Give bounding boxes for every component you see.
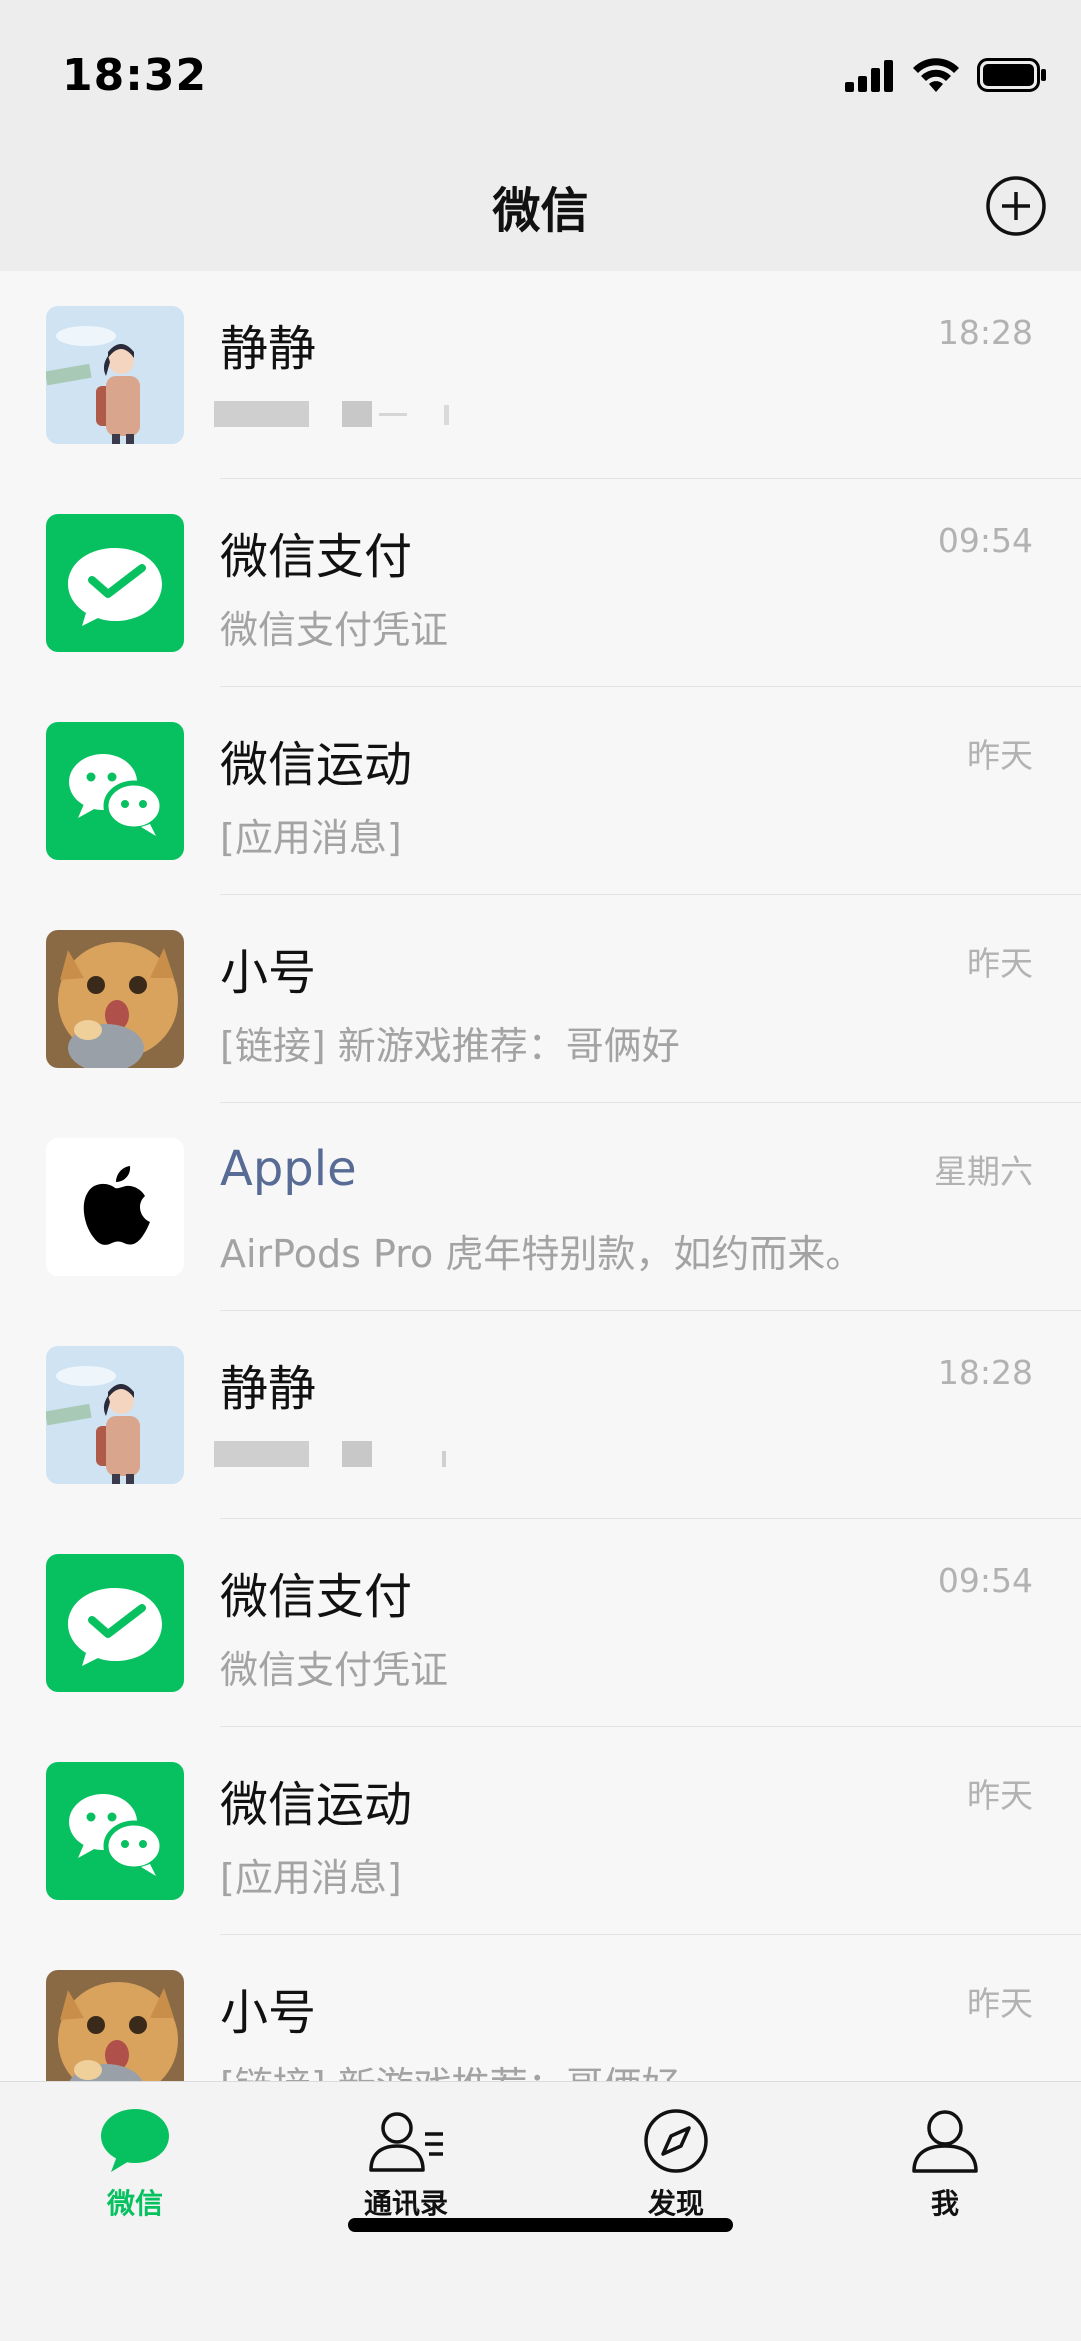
chat-time: 昨天 — [967, 736, 1033, 775]
status-bar: 18:32 — [0, 0, 1081, 135]
chat-name: 微信运动 — [220, 737, 413, 793]
chat-time: 昨天 — [967, 944, 1033, 983]
chat-time: 星期六 — [934, 1152, 1033, 1191]
chat-name: 静静 — [220, 321, 317, 377]
chat-preview: [链接] 新游戏推荐：哥俩好 — [220, 1024, 680, 1068]
tab-discover[interactable]: 发现 — [586, 2108, 766, 2222]
chat-name: 小号 — [220, 1985, 317, 2041]
cat-avatar-icon — [46, 930, 184, 1068]
chat-item-wechat-pay[interactable]: 微信支付 09:54 微信支付凭证 — [0, 1519, 1081, 1727]
chat-preview: 微信支付凭证 — [220, 608, 449, 652]
chat-bubble-icon — [101, 2109, 169, 2172]
wechat-pay-icon — [46, 514, 184, 652]
redacted-preview-blur — [214, 1441, 446, 1467]
tab-label: 发现 — [647, 2187, 704, 2220]
avatar[interactable] — [46, 306, 184, 444]
nav-bar: 微信 — [0, 135, 1081, 271]
avatar[interactable] — [46, 1346, 184, 1484]
add-button[interactable] — [985, 175, 1047, 237]
chat-name: 小号 — [220, 945, 317, 1001]
wechat-sport-icon — [46, 1762, 184, 1900]
chat-list[interactable]: 静静 18:28 微信支付 09:54 微信支付凭证 微信运动 昨天 [应用消息… — [0, 271, 1081, 2081]
avatar[interactable] — [46, 1762, 184, 1900]
signal-icon — [845, 60, 893, 92]
wechat-sport-icon — [46, 722, 184, 860]
chat-preview: [应用消息] — [220, 1856, 402, 1900]
tab-contacts[interactable]: 通讯录 — [316, 2108, 496, 2222]
contacts-icon — [369, 2112, 443, 2172]
chat-name: 微信支付 — [220, 529, 413, 585]
status-time: 18:32 — [62, 50, 208, 101]
home-indicator[interactable] — [348, 2218, 733, 2232]
avatar[interactable] — [46, 1554, 184, 1692]
tab-me[interactable]: 我 — [855, 2108, 1035, 2222]
wechat-pay-icon — [46, 1554, 184, 1692]
chat-time: 昨天 — [967, 1984, 1033, 2023]
tab-label: 微信 — [106, 2187, 163, 2220]
chat-name: 静静 — [220, 1361, 317, 1417]
battery-icon — [977, 58, 1046, 92]
anime-girl-avatar-icon — [46, 306, 184, 444]
chat-time: 昨天 — [967, 1776, 1033, 1815]
chat-item-wechat-sport[interactable]: 微信运动 昨天 [应用消息] — [0, 1727, 1081, 1935]
chat-preview: 微信支付凭证 — [220, 1648, 449, 1692]
redacted-preview-blur — [214, 401, 449, 427]
avatar[interactable] — [46, 1970, 184, 2081]
chat-preview: [应用消息] — [220, 816, 402, 860]
cat-avatar-icon — [46, 1970, 184, 2081]
tab-chats[interactable]: 微信 — [45, 2108, 225, 2222]
chat-item-jingjing[interactable]: 静静 18:28 — [0, 1311, 1081, 1519]
chat-time: 18:28 — [937, 1353, 1033, 1392]
chat-name: Apple — [220, 1141, 357, 1197]
chat-item-xiaohao[interactable]: 小号 昨天 [链接] 新游戏推荐：哥俩好 — [0, 1935, 1081, 2081]
compass-icon — [644, 2109, 708, 2173]
avatar[interactable] — [46, 1138, 184, 1276]
tab-bar: 微信 通讯录 发现 我 — [0, 2081, 1081, 2341]
tab-label: 通讯录 — [363, 2187, 448, 2220]
plus-circle-icon — [986, 176, 1046, 236]
anime-girl-avatar-icon — [46, 1346, 184, 1484]
page-title: 微信 — [492, 183, 589, 239]
chat-preview: AirPods Pro 虎年特别款，如约而来。 — [220, 1232, 864, 1276]
wifi-icon — [913, 58, 959, 92]
chat-item-wechat-sport[interactable]: 微信运动 昨天 [应用消息] — [0, 687, 1081, 895]
status-icons — [845, 58, 1047, 92]
chat-item-wechat-pay[interactable]: 微信支付 09:54 微信支付凭证 — [0, 479, 1081, 687]
chat-time: 09:54 — [937, 1561, 1033, 1600]
chat-time: 09:54 — [937, 521, 1033, 560]
chat-item-jingjing[interactable]: 静静 18:28 — [0, 271, 1081, 479]
person-icon — [912, 2110, 978, 2173]
apple-logo-icon — [46, 1138, 184, 1276]
chat-name: 微信运动 — [220, 1777, 413, 1833]
chat-name: 微信支付 — [220, 1569, 413, 1625]
chat-preview: [链接] 新游戏推荐：哥俩好 — [220, 2055, 680, 2081]
chat-item-apple[interactable]: Apple 星期六 AirPods Pro 虎年特别款，如约而来。 — [0, 1103, 1081, 1311]
avatar[interactable] — [46, 930, 184, 1068]
chat-time: 18:28 — [937, 313, 1033, 352]
avatar[interactable] — [46, 722, 184, 860]
chat-item-xiaohao[interactable]: 小号 昨天 [链接] 新游戏推荐：哥俩好 — [0, 895, 1081, 1103]
tab-label: 我 — [930, 2187, 959, 2220]
avatar[interactable] — [46, 514, 184, 652]
